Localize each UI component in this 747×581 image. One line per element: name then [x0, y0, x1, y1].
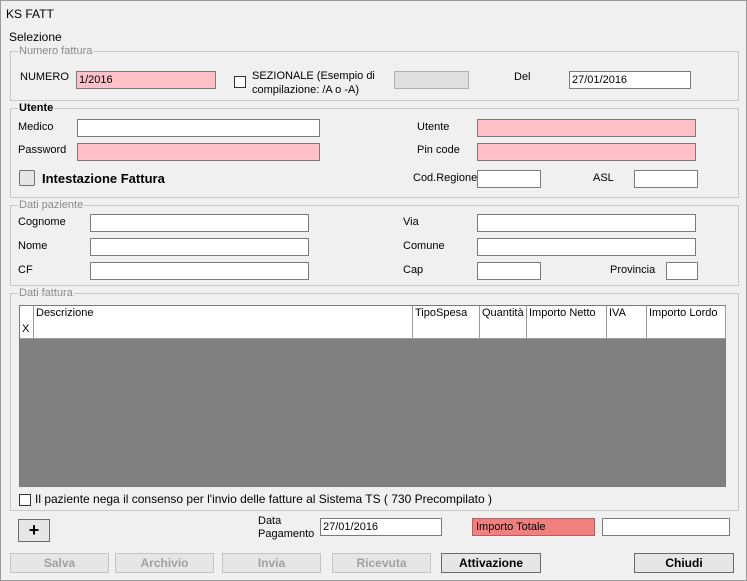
cf-label: CF: [18, 264, 33, 276]
chiudi-button[interactable]: Chiudi: [634, 553, 734, 573]
asl-label: ASL: [593, 172, 614, 184]
intestazione-label: Intestazione Fattura: [42, 171, 165, 186]
comune-input[interactable]: [477, 238, 696, 256]
numero-input[interactable]: 1/2016: [76, 71, 216, 89]
app-window: KS FATT Selezione Numero fattura NUMERO …: [0, 0, 747, 581]
patient-legend: Dati paziente: [19, 199, 84, 211]
data-pagamento-label-line2: Pagamento: [258, 528, 315, 540]
cf-input[interactable]: [90, 262, 309, 280]
cap-label: Cap: [403, 264, 424, 276]
consent-checkbox[interactable]: [19, 494, 31, 506]
col-descrizione[interactable]: Descrizione: [34, 306, 413, 322]
user-legend: Utente: [19, 102, 54, 114]
provincia-input[interactable]: [666, 262, 698, 280]
col-importo-lordo[interactable]: Importo Lordo: [647, 306, 726, 322]
utente-input[interactable]: [477, 119, 696, 137]
intestazione-checkbox[interactable]: [19, 170, 35, 186]
importo-totale-label: Importo Totale: [472, 518, 595, 536]
invia-button[interactable]: Invia: [222, 553, 321, 573]
cell-quantita[interactable]: [480, 322, 527, 338]
add-line-button[interactable]: +: [18, 519, 50, 542]
numero-label: NUMERO: [20, 71, 69, 83]
row-marker: X: [20, 322, 34, 338]
col-iva[interactable]: IVA: [607, 306, 647, 322]
cognome-input[interactable]: [90, 214, 309, 232]
col-importo-netto[interactable]: Importo Netto: [527, 306, 607, 322]
salva-button[interactable]: Salva: [10, 553, 109, 573]
window-title: KS FATT: [6, 7, 54, 21]
importo-totale-input[interactable]: [602, 518, 730, 536]
del-label: Del: [514, 71, 531, 83]
del-date-input[interactable]: 27/01/2016: [569, 71, 691, 89]
sezionale-label-line2: compilazione: /A o -A): [252, 84, 359, 96]
ricevuta-button[interactable]: Ricevuta: [332, 553, 431, 573]
table-row[interactable]: X: [20, 322, 726, 339]
pin-input[interactable]: [477, 143, 696, 161]
data-pagamento-input[interactable]: 27/01/2016: [320, 518, 442, 536]
cell-importo-netto[interactable]: [527, 322, 607, 338]
invoice-lines-grid[interactable]: Descrizione TipoSpesa Quantità Importo N…: [19, 305, 726, 487]
nome-label: Nome: [18, 240, 48, 252]
pin-label: Pin code: [417, 144, 460, 156]
password-label: Password: [18, 144, 67, 156]
attivazione-button[interactable]: Attivazione: [441, 553, 541, 573]
codregione-label: Cod.Regione: [413, 172, 478, 184]
cell-tipospesa[interactable]: [413, 322, 480, 338]
menu-selezione[interactable]: Selezione: [9, 30, 62, 44]
nome-input[interactable]: [90, 238, 309, 256]
utente-label: Utente: [417, 121, 450, 133]
via-input[interactable]: [477, 214, 696, 232]
grid-header: Descrizione TipoSpesa Quantità Importo N…: [20, 306, 726, 323]
consent-label: Il paziente nega il consenso per l'invio…: [35, 492, 492, 506]
asl-input[interactable]: [634, 170, 698, 188]
archivio-button[interactable]: Archivio: [115, 553, 214, 573]
grid-header-corner: [20, 306, 34, 322]
col-tipospesa[interactable]: TipoSpesa: [413, 306, 480, 322]
sezionale-label-line1: SEZIONALE (Esempio di: [252, 70, 375, 82]
medico-label: Medico: [18, 121, 54, 133]
cap-input[interactable]: [477, 262, 541, 280]
col-quantita[interactable]: Quantità: [480, 306, 527, 322]
provincia-label: Provincia: [610, 264, 656, 276]
medico-input[interactable]: [77, 119, 320, 137]
cell-descrizione[interactable]: [34, 322, 413, 338]
cell-iva[interactable]: [607, 322, 647, 338]
sezionale-input[interactable]: [394, 71, 469, 89]
data-pagamento-label-line1: Data: [258, 515, 282, 527]
invoice-number-legend: Numero fattura: [19, 45, 93, 57]
invoice-data-legend: Dati fattura: [19, 287, 73, 299]
cognome-label: Cognome: [18, 216, 66, 228]
codregione-input[interactable]: [477, 170, 541, 188]
password-input[interactable]: [77, 143, 320, 161]
cell-importo-lordo[interactable]: [647, 322, 726, 338]
sezionale-checkbox[interactable]: [234, 76, 246, 88]
comune-label: Comune: [403, 240, 445, 252]
via-label: Via: [403, 216, 419, 228]
